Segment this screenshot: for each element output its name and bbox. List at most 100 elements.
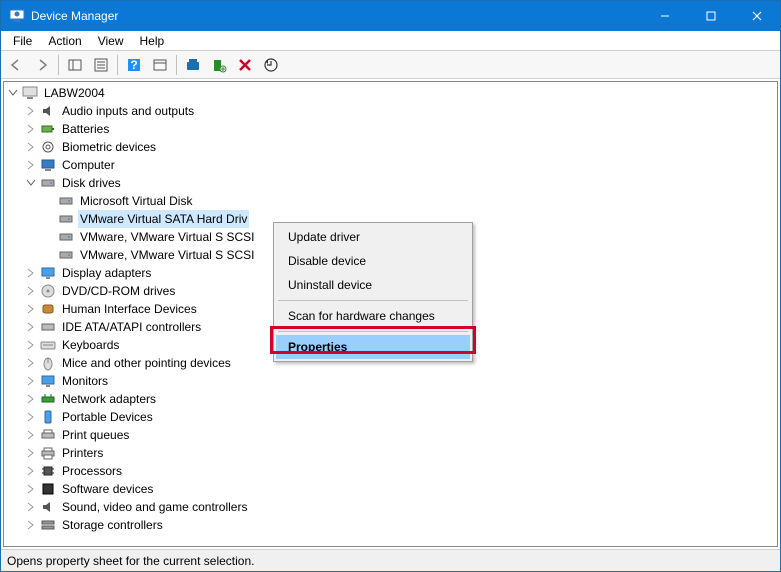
help-button[interactable]: ? [122,53,146,77]
ctx-uninstall-device[interactable]: Uninstall device [276,273,470,297]
display-icon [40,265,56,281]
expander-closed-icon[interactable] [24,446,38,460]
uninstall-button[interactable] [233,53,257,77]
tree-category[interactable]: Batteries [24,120,777,138]
tree-label: LABW2004 [42,84,107,102]
tree-label: Monitors [60,372,110,390]
add-hardware-button[interactable] [207,53,231,77]
tree-category[interactable]: Audio inputs and outputs [24,102,777,120]
update-driver-button[interactable] [259,53,283,77]
tree-category[interactable]: Storage controllers [24,516,777,534]
tree-label: Network adapters [60,390,158,408]
tree-category-disk[interactable]: Disk drives [24,174,777,192]
expander-closed-icon[interactable] [24,122,38,136]
expander-open-icon[interactable] [6,86,20,100]
print-queue-icon [40,427,56,443]
disk-icon [40,175,56,191]
tree-category[interactable]: Monitors [24,372,777,390]
tree-category[interactable]: Sound, video and game controllers [24,498,777,516]
disk-icon [58,229,74,245]
expander-closed-icon[interactable] [24,374,38,388]
menu-help[interactable]: Help [132,32,173,50]
ctx-properties[interactable]: Properties [276,335,470,359]
disk-icon [58,211,74,227]
biometric-icon [40,139,56,155]
expander-closed-icon[interactable] [24,428,38,442]
tree-label: Keyboards [60,336,121,354]
toolbar: ? [1,51,780,79]
expander-closed-icon[interactable] [24,284,38,298]
window-title: Device Manager [31,9,642,23]
ide-icon [40,319,56,335]
expander-closed-icon[interactable] [24,302,38,316]
software-icon [40,481,56,497]
tree-category[interactable]: Biometric devices [24,138,777,156]
disk-icon [58,193,74,209]
expander-closed-icon[interactable] [24,410,38,424]
close-button[interactable] [734,1,780,31]
expander-closed-icon[interactable] [24,266,38,280]
toolbar-separator [176,55,177,75]
tree-category[interactable]: Computer [24,156,777,174]
menu-file[interactable]: File [5,32,40,50]
expander-closed-icon[interactable] [24,140,38,154]
tree-label: Display adapters [60,264,153,282]
tree-label: Audio inputs and outputs [60,102,196,120]
tree-label: Printers [60,444,105,462]
portable-icon [40,409,56,425]
tree-label: Microsoft Virtual Disk [78,192,194,210]
toolbar-separator [117,55,118,75]
tree-device[interactable]: Microsoft Virtual Disk [42,192,777,210]
properties-button[interactable] [89,53,113,77]
tree-label: Batteries [60,120,111,138]
dvd-icon [40,283,56,299]
tree-category[interactable]: Software devices [24,480,777,498]
tree-label: Storage controllers [60,516,165,534]
tree-category[interactable]: Network adapters [24,390,777,408]
tree-root[interactable]: LABW2004 [6,84,777,102]
device-tree-pane[interactable]: LABW2004 Audio inputs and outputs Batter… [3,81,778,547]
tree-category[interactable]: Printers [24,444,777,462]
action-button[interactable] [148,53,172,77]
storage-icon [40,517,56,533]
expander-closed-icon[interactable] [24,482,38,496]
expander-open-icon[interactable] [24,176,38,190]
toolbar-separator [58,55,59,75]
expander-closed-icon[interactable] [24,500,38,514]
expander-closed-icon[interactable] [24,338,38,352]
context-menu: Update driver Disable device Uninstall d… [273,222,473,362]
ctx-update-driver[interactable]: Update driver [276,225,470,249]
expander-closed-icon[interactable] [24,158,38,172]
expander-closed-icon[interactable] [24,320,38,334]
battery-icon [40,121,56,137]
menubar: File Action View Help [1,31,780,51]
tree-label: Portable Devices [60,408,155,426]
expander-closed-icon[interactable] [24,104,38,118]
ctx-scan-hardware[interactable]: Scan for hardware changes [276,304,470,328]
back-button[interactable] [4,53,28,77]
audio-icon [40,103,56,119]
minimize-button[interactable] [642,1,688,31]
sound-icon [40,499,56,515]
tree-label: Human Interface Devices [60,300,199,318]
status-text: Opens property sheet for the current sel… [7,554,254,568]
disk-icon [58,247,74,263]
show-hide-tree-button[interactable] [63,53,87,77]
tree-category[interactable]: Portable Devices [24,408,777,426]
ctx-disable-device[interactable]: Disable device [276,249,470,273]
menu-action[interactable]: Action [40,32,89,50]
expander-closed-icon[interactable] [24,464,38,478]
tree-category[interactable]: Processors [24,462,777,480]
tree-category[interactable]: Print queues [24,426,777,444]
maximize-button[interactable] [688,1,734,31]
expander-closed-icon[interactable] [24,518,38,532]
statusbar: Opens property sheet for the current sel… [1,549,780,571]
tree-label: DVD/CD-ROM drives [60,282,177,300]
printer-icon [40,445,56,461]
expander-closed-icon[interactable] [24,356,38,370]
scan-hardware-button[interactable] [181,53,205,77]
expander-closed-icon[interactable] [24,392,38,406]
menu-view[interactable]: View [90,32,132,50]
forward-button[interactable] [30,53,54,77]
mouse-icon [40,355,56,371]
